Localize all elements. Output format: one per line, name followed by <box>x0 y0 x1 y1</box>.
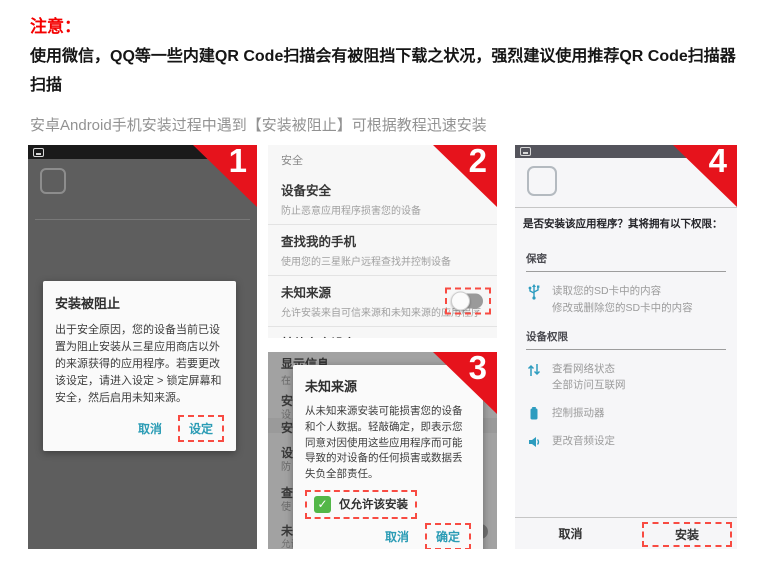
settings-item-unknown-sources[interactable]: 未知来源 允许安装来自可信来源和未知来源的应用程序 <box>268 275 497 326</box>
permission-sd-card: 读取您的SD卡中的内容 修改或删除您的SD卡中的内容 <box>526 283 726 317</box>
sd-card-icon <box>520 147 531 156</box>
step-number-triangle: 1 <box>193 145 257 207</box>
audio-icon <box>526 433 542 450</box>
cancel-button[interactable]: 取消 <box>138 420 162 437</box>
checkbox-label: 仅允许该安装 <box>339 496 408 512</box>
screenshot-step-4: 1 4G 7: 是否安装该应用程序？其将拥有以下权限： 保密 读取您的SD卡中的… <box>515 145 737 549</box>
tutorial-page: 注意： 使用微信，QQ等一些内建QR Code扫描会有被阻挡下载之状况，强烈建议… <box>0 0 767 570</box>
vibrate-icon <box>526 405 542 422</box>
checkbox-checked-icon[interactable]: ✓ <box>314 496 331 513</box>
permission-audio-settings: 更改音频设定 <box>526 433 726 450</box>
section-privacy: 保密 <box>526 251 726 272</box>
dialog-body: 出于安全原因，您的设备当前已设置为阻止安装从三星应用商店以外的来源获得的应用程序… <box>55 322 224 407</box>
app-icon-placeholder <box>527 166 557 196</box>
network-arrows-icon <box>526 361 542 378</box>
permission-vibration: 控制振动器 <box>526 405 726 422</box>
screenshot-step-1: 1 4G 7: 安装被阻止 出于安全原因，您的设备当前已设置为阻止安装从三星应用… <box>28 145 257 549</box>
install-button-highlight: 安装 <box>642 522 732 547</box>
install-prompt-title: 是否安装该应用程序？其将拥有以下权限： <box>523 216 723 231</box>
permission-network-state: 查看网络状态 全部访问互联网 <box>526 361 726 395</box>
unknown-sources-toggle[interactable] <box>453 294 483 309</box>
page-subtitle: 安卓Android手机安装过程中遇到【安装被阻止】可根据教程迅速安装 <box>30 114 487 135</box>
app-icon-placeholder <box>40 168 66 194</box>
install-button-bar: 取消 安装 <box>515 517 737 549</box>
settings-item-other-security[interactable]: 其他安全设定 更改安全更新和证书存储等其他安全设定 <box>268 326 497 338</box>
dialog-body: 从未知来源安装可能损害您的设备和个人数据。轻敲确定，即表示您同意对因使用这些应用… <box>305 404 471 483</box>
ok-button[interactable]: 确定 <box>425 523 471 549</box>
sd-card-icon <box>33 148 44 157</box>
dialog-title: 安装被阻止 <box>55 293 224 312</box>
install-button[interactable]: 安装 <box>644 526 730 543</box>
allow-once-checkbox-highlight: ✓ 仅允许该安装 <box>305 490 417 519</box>
unknown-sources-toggle-highlight <box>445 288 491 315</box>
divider <box>515 207 737 208</box>
divider <box>35 219 250 220</box>
section-device-permissions: 设备权限 <box>526 329 726 350</box>
dialog-title: 未知来源 <box>305 376 471 395</box>
usb-icon <box>526 283 542 300</box>
install-blocked-dialog: 安装被阻止 出于安全原因，您的设备当前已设置为阻止安装从三星应用商店以外的来源获… <box>43 281 236 451</box>
notice-body: 使用微信，QQ等一些内建QR Code扫描会有被阻挡下载之状况，强烈建议使用推荐… <box>30 42 746 100</box>
settings-button[interactable]: 设定 <box>178 415 224 442</box>
settings-item-find-my-mobile[interactable]: 查找我的手机 使用您的三星账户远程查找并控制设备 <box>268 224 497 275</box>
screenshot-step-2: 安全 设备安全 防止恶意应用程序损害您的设备 查找我的手机 使用您的三星账户远程… <box>268 145 497 338</box>
unknown-sources-dialog: 未知来源 从未知来源安装可能损害您的设备和个人数据。轻敲确定，即表示您同意对因使… <box>293 365 483 549</box>
cancel-button[interactable]: 取消 <box>385 528 409 545</box>
settings-item-device-security[interactable]: 设备安全 防止恶意应用程序损害您的设备 <box>268 174 497 224</box>
notice-label: 注意： <box>30 12 81 37</box>
screenshot-step-3: 显示信息 在 安 设 安 设 防 查 使 未 允许安装来自可信来源和未知来源的应… <box>268 352 497 549</box>
cancel-button[interactable]: 取消 <box>515 525 626 542</box>
